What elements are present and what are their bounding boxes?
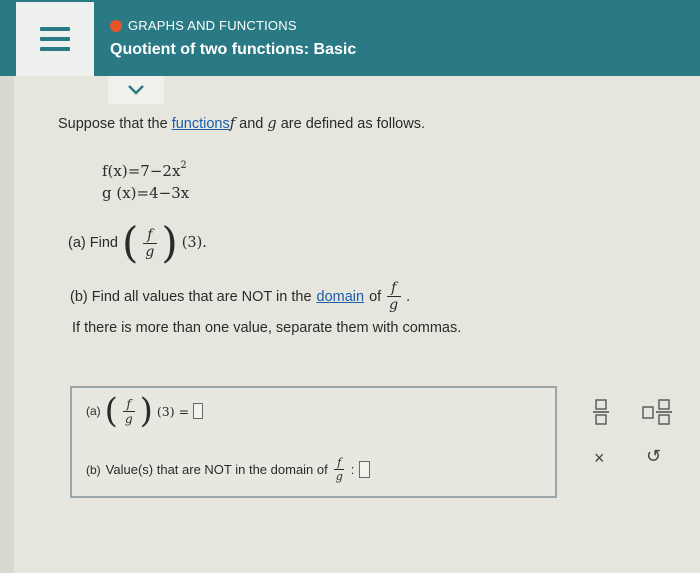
- answer-a-row: (a) ( f g ) (3) =: [86, 394, 204, 428]
- math-toolbar: × ↺: [578, 392, 688, 482]
- functions-link[interactable]: functions: [172, 116, 230, 132]
- answer-box: (a) ( f g ) (3) = (b) Value(s) that are …: [70, 386, 557, 498]
- clear-icon[interactable]: ×: [594, 448, 605, 469]
- part-a-label: (a) Find: [68, 235, 118, 251]
- undo-icon[interactable]: ↺: [646, 446, 661, 467]
- header-text: GRAPHS AND FUNCTIONS Quotient of two fun…: [110, 18, 356, 59]
- collapse-toggle[interactable]: [108, 76, 164, 104]
- category-label: GRAPHS AND FUNCTIONS: [128, 18, 297, 33]
- answer-b-text: Value(s) that are NOT in the domain of: [105, 462, 328, 477]
- top-header: GRAPHS AND FUNCTIONS Quotient of two fun…: [0, 0, 700, 76]
- and-text: and: [239, 116, 264, 132]
- intro-end-text: are defined as follows.: [280, 116, 425, 132]
- menu-button[interactable]: [16, 2, 94, 76]
- category-line: GRAPHS AND FUNCTIONS: [110, 18, 356, 33]
- answer-a-label: (a): [86, 404, 101, 418]
- g-symbol: g: [267, 116, 277, 132]
- part-b-text: (b) Find all values that are NOT in the: [70, 288, 312, 305]
- page-title: Quotient of two functions: Basic: [110, 41, 357, 58]
- intro-text: Suppose that the: [58, 116, 168, 132]
- answer-b-row: (b) Value(s) that are NOT in the domain …: [86, 456, 371, 483]
- g-definition: g (x)=4−3x: [102, 184, 190, 202]
- domain-link[interactable]: domain: [317, 289, 365, 305]
- f-over-g-fraction: f g: [386, 280, 401, 313]
- part-b-question: (b) Find all values that are NOT in the …: [70, 280, 411, 313]
- f-over-g-fraction: f g: [122, 397, 136, 426]
- part-a-question: (a) Find ( f g ) (3).: [68, 218, 207, 267]
- answer-a-expression: (3) =: [156, 403, 190, 419]
- part-a-argument: (3).: [181, 235, 207, 251]
- hamburger-icon: [40, 27, 70, 51]
- f-over-g-fraction: f g: [142, 227, 157, 260]
- instruction-note: If there is more than one value, separat…: [72, 320, 462, 336]
- f-over-g-fraction: f g: [334, 456, 345, 483]
- answer-a-input[interactable]: [193, 403, 204, 419]
- answer-b-input[interactable]: [359, 461, 371, 478]
- f-symbol: f: [229, 116, 236, 132]
- fraction-icon[interactable]: [592, 398, 610, 426]
- problem-intro: Suppose that the functionsf and g are de…: [58, 116, 425, 132]
- mixed-number-icon[interactable]: [642, 398, 674, 426]
- chevron-down-icon: [128, 85, 144, 95]
- status-dot-icon: [110, 19, 122, 32]
- f-definition: f(x)=7−2x2: [102, 160, 187, 180]
- answer-b-label: (b): [86, 462, 101, 477]
